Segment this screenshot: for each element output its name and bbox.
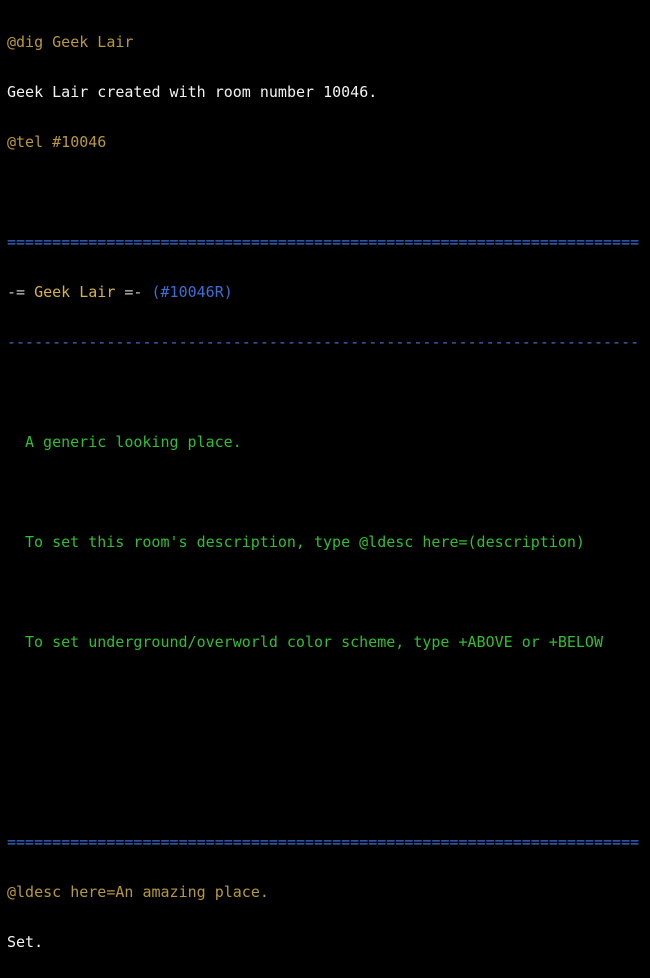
room-description: To set underground/overworld color schem… <box>25 633 603 651</box>
command-line: @ldesc here=An amazing place. <box>7 883 269 901</box>
separator-single: ----------------------------------------… <box>7 333 640 351</box>
room-title-prefix: -= <box>7 283 35 301</box>
separator-double: ========================================… <box>7 233 640 251</box>
room-description: To set this room's description, type @ld… <box>25 533 585 551</box>
command-line: @dig Geek Lair <box>7 33 134 51</box>
output-line: Set. <box>7 933 44 951</box>
terminal-output[interactable]: @dig Geek Lair Geek Lair created with ro… <box>0 0 650 978</box>
room-description: A generic looking place. <box>25 433 242 451</box>
separator-double: ========================================… <box>7 833 640 851</box>
room-title-suffix: =- <box>115 283 152 301</box>
room-title: -= Geek Lair =- (#10046R) <box>7 280 650 305</box>
room-id: (#10046R) <box>151 283 233 301</box>
output-line: Geek Lair created with room number 10046… <box>7 83 378 101</box>
command-line: @tel #10046 <box>7 133 107 151</box>
room-name: Geek Lair <box>34 283 116 301</box>
